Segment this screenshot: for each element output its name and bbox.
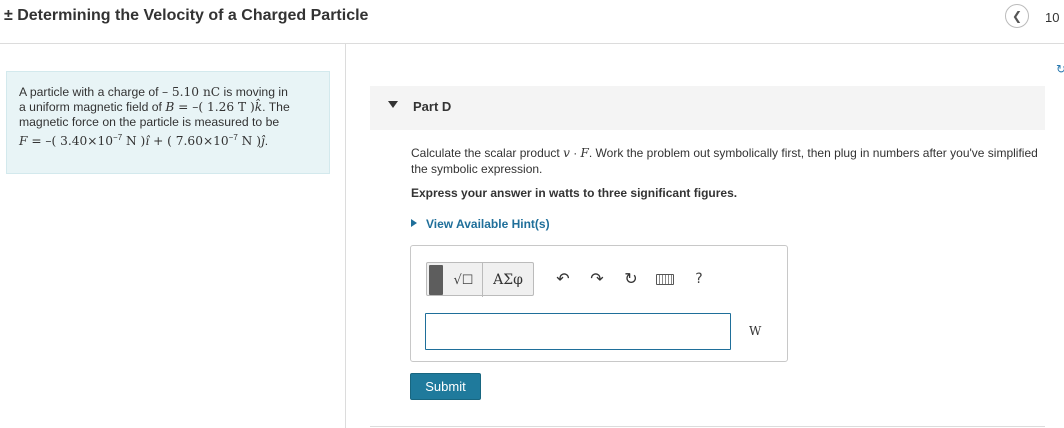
column-divider: [345, 44, 346, 428]
help-button[interactable]: ?: [682, 262, 716, 296]
problem-line-4: F = –( 3.40×10−7 N )î + ( 7.60×10−7 N )ĵ…: [19, 133, 269, 148]
chevron-left-icon: ❮: [1011, 9, 1023, 23]
problem-line-2: a uniform magnetic field of B = –( 1.26 …: [19, 100, 290, 114]
unit-label: W: [749, 324, 762, 338]
keyboard-icon: [656, 273, 674, 285]
redo-button[interactable]: ↷: [580, 262, 614, 296]
math-toolbar: √☐ ΑΣφ ↶ ↷ ↻ ?: [426, 262, 716, 297]
section-divider: [370, 426, 1045, 427]
reset-button[interactable]: ↻: [614, 262, 648, 296]
undo-icon: ↶: [556, 271, 570, 288]
expand-arrow-icon: [411, 219, 417, 227]
greek-symbols-button[interactable]: ΑΣφ: [483, 263, 533, 297]
answer-panel: √☐ ΑΣφ ↶ ↷ ↻ ? W: [410, 245, 788, 362]
help-icon: ?: [695, 271, 703, 287]
template-group: √☐ ΑΣφ: [426, 262, 534, 297]
collapse-arrow-icon[interactable]: [388, 101, 398, 108]
problem-line-3: magnetic force on the particle is measur…: [19, 115, 280, 129]
keyboard-button[interactable]: [648, 262, 682, 296]
top-bar: ± Determining the Velocity of a Charged …: [0, 0, 1064, 44]
answer-input[interactable]: [425, 313, 731, 350]
template-square-icon: [429, 265, 443, 295]
redo-icon: ↷: [590, 271, 604, 288]
problem-statement: A particle with a charge of – 5.10 nC is…: [6, 71, 330, 174]
refresh-icon[interactable]: ↻: [1056, 62, 1064, 76]
problem-line-1: A particle with a charge of – 5.10 nC is…: [19, 85, 288, 99]
undo-button[interactable]: ↶: [546, 262, 580, 296]
question-text: Calculate the scalar product v · F. Work…: [411, 146, 1038, 176]
part-label: Part D: [413, 99, 452, 114]
reset-icon: ↻: [624, 271, 638, 288]
page-number: 10: [1045, 10, 1060, 25]
view-hints-link[interactable]: View Available Hint(s): [411, 217, 550, 231]
answer-instruction: Express your answer in watts to three si…: [411, 186, 738, 200]
page-title: ± Determining the Velocity of a Charged …: [4, 7, 369, 24]
submit-button[interactable]: Submit: [410, 373, 481, 400]
templates-button[interactable]: √☐: [445, 263, 483, 297]
previous-button[interactable]: ❮: [1005, 4, 1029, 28]
part-d-header[interactable]: Part D: [370, 86, 1045, 130]
